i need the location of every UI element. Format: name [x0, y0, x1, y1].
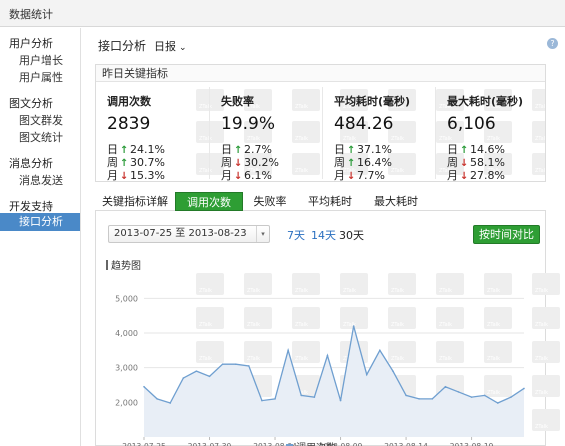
y-tick-label: 3,000	[115, 364, 138, 373]
data-point	[352, 325, 355, 327]
metric-label: 最大耗时(毫秒)	[447, 95, 524, 108]
data-point	[248, 365, 250, 367]
tab-key-metrics-detail[interactable]: 关键指标详解	[95, 192, 175, 211]
trend-panel: 2013-07-25 至 2013-08-23 ▾ 7天 14天 30天 按时间…	[95, 211, 560, 446]
top-bar: 数据统计	[0, 0, 565, 27]
sidebar-item-user-attributes[interactable]: 用户属性	[19, 69, 63, 85]
tab-max-latency[interactable]: 最大耗时	[365, 192, 427, 211]
data-point	[195, 370, 198, 372]
metric-failure-rate: 失败率 19.9% 日 ↑ 2.7% 周 ↓ 30.2% 月 ↓ 6.1%	[209, 87, 321, 182]
data-point	[287, 349, 289, 352]
data-point	[496, 402, 499, 404]
data-point	[431, 398, 434, 400]
period-select[interactable]: 日报 ⌄	[154, 38, 187, 54]
metric-call-count: 调用次数 2839 日 ↑ 24.1% 周 ↑ 30.7% 月 ↓ 15.3%	[96, 87, 208, 182]
x-tick-label: 2013-08-14	[384, 442, 428, 446]
metric-avg-latency: 平均耗时(毫秒) 484.26 日 ↑ 37.1% 周 ↑ 16.4% 月 ↓ 7.7%	[322, 87, 434, 182]
data-point	[156, 398, 158, 400]
data-point	[234, 363, 237, 365]
sidebar-group-article-analysis[interactable]: 图文分析	[9, 95, 53, 111]
metric-month-change: 月 ↓ 15.3%	[107, 169, 165, 182]
data-point	[339, 399, 342, 402]
question-icon[interactable]: ?	[547, 38, 558, 49]
data-point	[483, 394, 486, 397]
data-point	[379, 349, 381, 352]
sidebar: 用户分析 用户增长 用户属性 图文分析 图文群发 图文统计 消息分析 消息发送 …	[0, 28, 81, 446]
sidebar-group-message-analysis[interactable]: 消息分析	[9, 155, 53, 171]
y-tick-label: 4,000	[115, 329, 138, 338]
data-point	[444, 385, 447, 388]
sidebar-group-dev-support[interactable]: 开发支持	[9, 198, 53, 214]
sidebar-group-user-analysis[interactable]: 用户分析	[9, 35, 53, 51]
data-point	[313, 396, 316, 398]
data-point	[418, 398, 420, 400]
data-point	[457, 391, 460, 393]
arrow-down-icon: ↓	[460, 171, 469, 182]
data-point	[143, 385, 145, 388]
series-area	[144, 326, 524, 437]
page-title: 接口分析	[98, 39, 147, 53]
data-point	[169, 402, 172, 404]
chevron-down-icon: ⌄	[179, 43, 187, 53]
sidebar-item-api-analysis[interactable]: 接口分析	[0, 213, 80, 231]
metric-label: 失败率	[221, 95, 254, 108]
y-tick-label: 2,000	[115, 398, 138, 407]
x-tick-label: 2013-08-19	[450, 442, 494, 446]
tab-avg-latency[interactable]: 平均耗时	[299, 192, 361, 211]
arrow-down-icon: ↓	[347, 171, 356, 182]
x-tick-label: 2013-07-30	[188, 442, 232, 446]
metric-value: 484.26	[334, 114, 394, 134]
data-point	[523, 387, 525, 390]
tab-failure-rate[interactable]: 失败率	[245, 192, 295, 211]
metric-value: 2839	[107, 114, 151, 134]
main-content: 接口分析 日报⌄ ? 昨日关键指标 调用次数 2839 日↑24.1% 周↑30…	[82, 28, 565, 446]
metric-month-change: 月 ↓ 27.8%	[447, 169, 505, 182]
sidebar-item-user-growth[interactable]: 用户增长	[19, 52, 63, 68]
metric-month-change: 月 ↓ 6.1%	[221, 169, 272, 182]
data-point	[470, 396, 473, 398]
data-point	[274, 398, 276, 400]
data-point	[261, 399, 263, 402]
data-point	[405, 394, 407, 397]
metric-value: 19.9%	[221, 114, 276, 134]
data-point	[365, 373, 368, 376]
key-metrics-panel: 昨日关键指标 调用次数 2839 日↑24.1% 周↑30.7% 月↓15.3%…	[95, 64, 546, 182]
data-point	[392, 370, 394, 372]
metric-month-change: 月 ↓ 7.7%	[334, 169, 385, 182]
metric-max-latency: 最大耗时(毫秒) 6,106 日 ↑ 14.6% 周 ↓ 58.1% 月 ↓ 27.8%	[435, 87, 545, 182]
trend-chart: 2,000 3,000 4,000 5,000 2013-07-25 2013-07-30…	[115, 294, 525, 446]
sidebar-item-message-send[interactable]: 消息发送	[19, 172, 63, 188]
metric-tabs: 关键指标详解 调用次数 失败率 平均耗时 最大耗时	[95, 192, 546, 211]
x-tick-label: 2013-07-25	[122, 442, 166, 446]
sidebar-item-article-stats[interactable]: 图文统计	[19, 129, 63, 145]
data-point	[221, 363, 224, 365]
metric-value: 6,106	[447, 114, 496, 134]
y-tick-label: 5,000	[115, 294, 138, 303]
app-title: 数据统计	[9, 8, 53, 21]
tab-call-count[interactable]: 调用次数	[175, 192, 243, 211]
metric-label: 平均耗时(毫秒)	[334, 95, 411, 108]
data-point	[510, 396, 512, 398]
data-point	[208, 375, 211, 378]
data-point	[326, 354, 329, 357]
period-select-label: 日报	[154, 40, 176, 53]
data-point	[300, 394, 303, 397]
metric-label: 调用次数	[107, 95, 151, 108]
arrow-down-icon: ↓	[120, 171, 129, 182]
arrow-down-icon: ↓	[234, 171, 243, 182]
sidebar-item-article-mass-send[interactable]: 图文群发	[19, 112, 63, 128]
data-point	[182, 377, 185, 379]
key-metrics-title: 昨日关键指标	[96, 65, 545, 82]
